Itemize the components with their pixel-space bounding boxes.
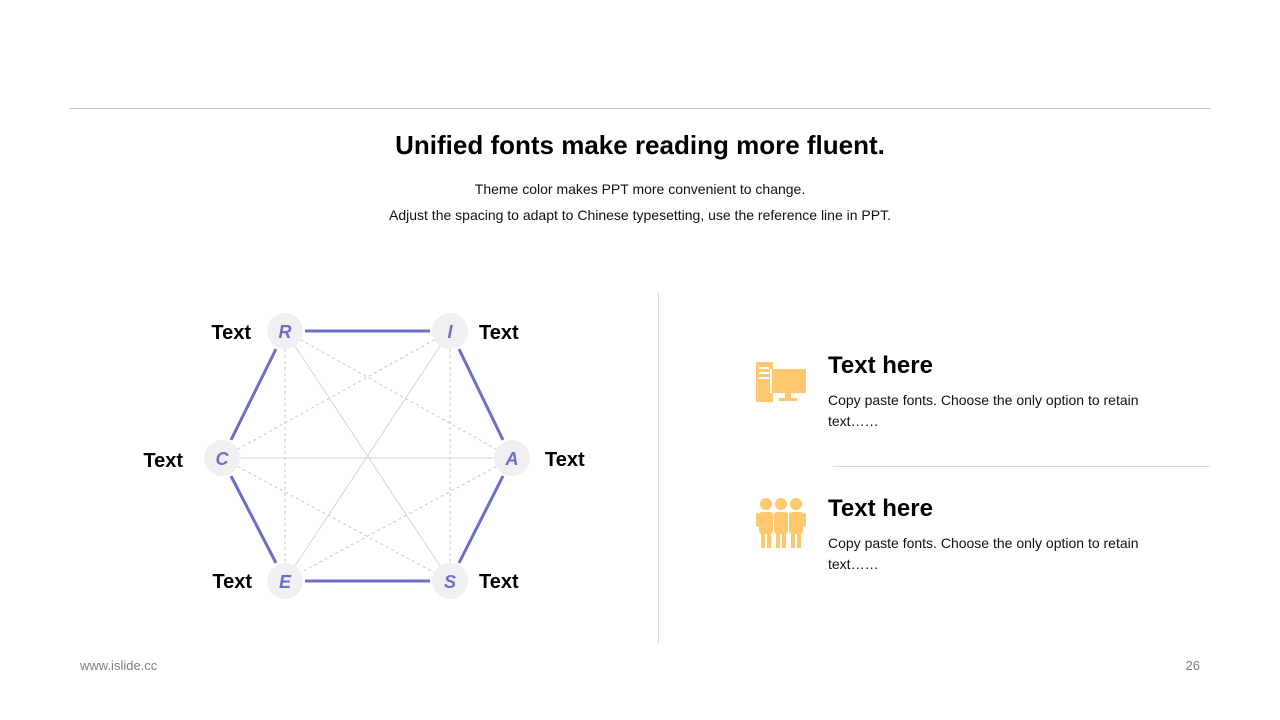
page-number: 26	[1185, 658, 1200, 673]
node-e: E Text	[212, 563, 303, 599]
node-s-label: Text	[479, 571, 519, 593]
node-c-letter: C	[216, 449, 230, 469]
node-a: A Text	[494, 440, 585, 476]
node-r: R Text	[211, 313, 303, 349]
items-divider	[833, 466, 1210, 467]
vertical-divider	[658, 292, 659, 644]
item-2-title: Text here	[828, 495, 933, 522]
node-r-letter: R	[279, 322, 292, 342]
node-c: C Text	[143, 440, 240, 476]
node-e-letter: E	[279, 572, 292, 592]
edge-a-s	[457, 475, 505, 564]
item-2-description: Copy paste fonts. Choose the only option…	[828, 535, 1139, 572]
node-i: I Text	[432, 313, 519, 349]
edge-e-c	[229, 475, 278, 564]
item-1-title: Text here	[828, 352, 933, 379]
item-1-description: Copy paste fonts. Choose the only option…	[828, 392, 1139, 429]
node-a-label: Text	[545, 449, 585, 471]
edge-i-a	[457, 348, 505, 441]
hexagon-diagram: R Text I Text A Text S Text E Text C Tex…	[143, 313, 585, 599]
node-s-letter: S	[444, 572, 456, 592]
node-a-letter: A	[505, 449, 519, 469]
node-s: S Text	[432, 563, 519, 599]
computer-icon	[756, 362, 806, 402]
connector-a-e	[284, 457, 513, 582]
node-i-label: Text	[479, 322, 519, 344]
node-r-label: Text	[211, 322, 251, 344]
connector-c-s	[221, 457, 451, 582]
team-icon	[756, 498, 806, 548]
footer-site: www.islide.cc	[80, 658, 158, 673]
edge-c-r	[229, 348, 278, 441]
node-e-label: Text	[212, 571, 252, 593]
connector-i-c	[221, 330, 451, 459]
node-c-label: Text	[143, 450, 183, 472]
connector-r-a	[284, 330, 513, 459]
